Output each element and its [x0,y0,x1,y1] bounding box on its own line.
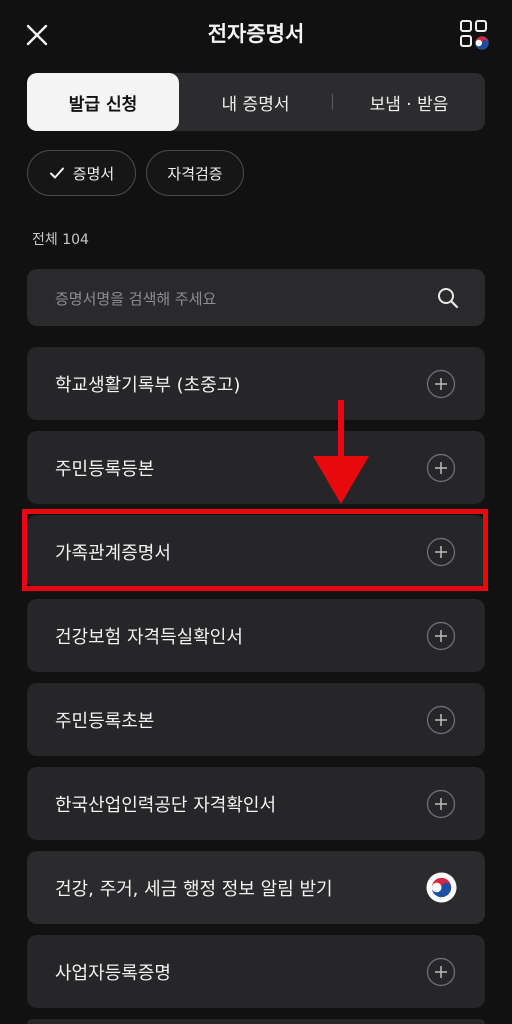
plus-circle-icon[interactable] [426,369,456,399]
filter-chip-qualification[interactable]: 자격검증 [146,150,244,196]
list-item-hrdk-qualification[interactable]: 한국산업인력공단 자격확인서 [27,767,485,840]
search-input[interactable] [53,269,417,328]
list-item-label: 가족관계증명서 [55,542,171,564]
list-item-label: 건강보험 자격득실확인서 [55,626,243,648]
page-title: 전자증명서 [207,22,305,46]
list-item-label: 학교생활기록부 (초중고) [55,374,241,396]
list-item-label: 사업자등록증명 [55,962,171,984]
filter-chip-label: 증명서 [72,164,115,183]
tab-issue-request[interactable]: 발급 신청 [27,73,179,131]
plus-circle-icon[interactable] [426,621,456,651]
all-menu-grid-icon[interactable] [458,18,492,52]
tab-sent-received[interactable]: 보냄 · 받음 [333,73,485,131]
list-item-label: 한국산업인력공단 자격확인서 [55,794,277,816]
list-item-health-insurance-qualification[interactable]: 건강보험 자격득실확인서 [27,599,485,672]
header: 전자증명서 [0,0,512,70]
list-item-school-record[interactable]: 학교생활기록부 (초중고) [27,347,485,420]
plus-circle-icon[interactable] [426,789,456,819]
filter-chip-label: 자격검증 [167,164,223,183]
list-item-label: 주민등록초본 [55,710,155,732]
segmented-tabs: 발급 신청 내 증명서 보냄 · 받음 [27,73,485,131]
search-icon[interactable] [436,286,460,310]
check-icon [49,167,64,179]
tab-my-certificates[interactable]: 내 증명서 [179,73,332,131]
list-item-resident-registration-copy[interactable]: 주민등록등본 [27,431,485,504]
list-item-label: 건강, 주거, 세금 행정 정보 알림 받기 [55,878,333,900]
plus-circle-icon[interactable] [426,537,456,567]
list-item-admin-info-alert[interactable]: 건강, 주거, 세금 행정 정보 알림 받기 [27,851,485,924]
certificate-screen: 전자증명서 발급 신청 내 증명서 보냄 · 받음 증명서 자격검증 전체 10… [0,0,512,1024]
plus-circle-icon[interactable] [426,453,456,483]
total-count: 전체 104 [32,232,89,248]
filter-chip-certificate[interactable]: 증명서 [27,150,136,196]
list-item-label: 주민등록등본 [55,458,155,480]
korea-gov-emblem-icon [426,872,457,903]
list-item-family-relation-certificate[interactable]: 가족관계증명서 [27,515,485,588]
list-item-resident-registration-abstract[interactable]: 주민등록초본 [27,683,485,756]
plus-circle-icon[interactable] [426,957,456,987]
plus-circle-icon[interactable] [426,705,456,735]
search-box [27,269,485,328]
list-item-partial [27,1019,485,1024]
list-item-business-registration[interactable]: 사업자등록증명 [27,935,485,1008]
